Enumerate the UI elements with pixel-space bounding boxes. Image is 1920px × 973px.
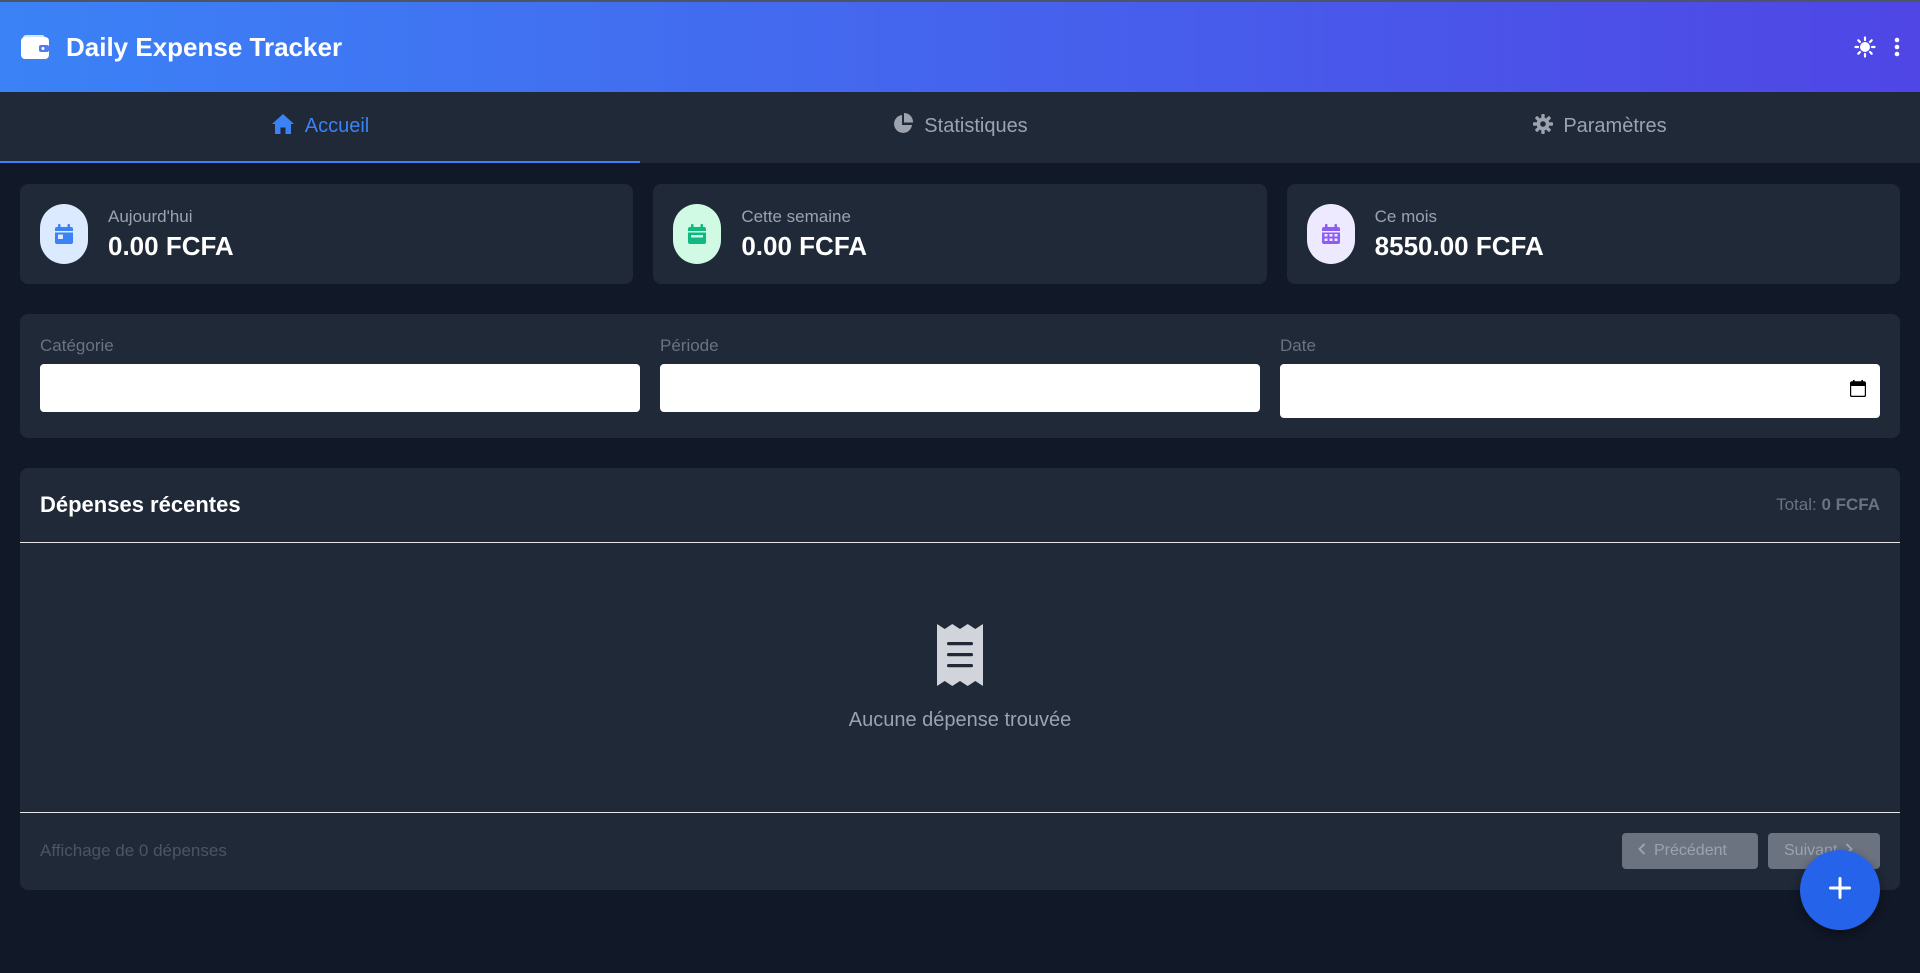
gear-icon [1533, 113, 1554, 140]
previous-button[interactable]: Précédent [1622, 833, 1758, 869]
tab-label: Paramètres [1563, 115, 1667, 137]
stat-card-month: Ce mois 8550.00 FCFA [1286, 184, 1900, 284]
tab-statistiques[interactable]: Statistiques [640, 92, 1280, 163]
tab-label: Statistiques [924, 115, 1028, 137]
wallet-icon [20, 31, 52, 63]
stats-row: Aujourd'hui 0.00 FCFA Cette semaine 0.00… [20, 184, 1900, 284]
app-header: Daily Expense Tracker [0, 0, 1920, 92]
more-vertical-icon[interactable] [1894, 37, 1900, 57]
empty-state: Aucune dépense trouvée [20, 543, 1900, 813]
filter-label: Date [1280, 336, 1316, 355]
stat-label: Cette semaine [741, 206, 851, 226]
stat-value: 0.00 FCFA [108, 230, 234, 261]
tab-accueil[interactable]: Accueil [0, 92, 640, 163]
stat-card-week: Cette semaine 0.00 FCFA [653, 184, 1267, 284]
chart-pie-icon [892, 112, 914, 141]
category-select[interactable] [40, 364, 640, 412]
calendar-day-icon [40, 204, 88, 264]
tab-label: Accueil [304, 115, 370, 137]
panel-title: Dépenses récentes [40, 492, 241, 517]
period-select[interactable] [660, 364, 1260, 412]
total-value: 0 FCFA [1821, 495, 1880, 514]
date-input[interactable] [1280, 364, 1880, 418]
stat-value: 0.00 FCFA [741, 230, 868, 261]
main-tabs: Accueil Statistiques Paramètres [0, 92, 1920, 164]
stat-card-today: Aujourd'hui 0.00 FCFA [20, 184, 634, 284]
filter-category: Catégorie [40, 336, 640, 438]
filter-date: Date [1280, 336, 1880, 438]
recent-expenses-panel: Dépenses récentes Total: 0 FCFA Aucune d… [20, 468, 1900, 890]
filter-label: Période [660, 336, 719, 355]
calendar-picker-icon[interactable] [1849, 380, 1867, 402]
pagination-info: Affichage de 0 dépenses [40, 841, 227, 860]
previous-label: Précédent [1654, 842, 1727, 859]
plus-icon [1828, 876, 1852, 905]
stat-label: Ce mois [1374, 206, 1438, 226]
filters-panel: Catégorie Période Date [20, 314, 1900, 438]
app-title: Daily Expense Tracker [66, 31, 343, 62]
filter-period: Période [660, 336, 1260, 438]
total-summary: Total: 0 FCFA [1776, 495, 1880, 515]
calendar-month-icon [1306, 204, 1355, 264]
chevron-left-icon [1638, 842, 1646, 860]
stat-label: Aujourd'hui [108, 206, 193, 226]
tab-parametres[interactable]: Paramètres [1280, 92, 1920, 163]
theme-toggle-sun-icon[interactable] [1854, 36, 1876, 58]
add-expense-button[interactable] [1800, 850, 1880, 930]
filter-label: Catégorie [40, 336, 114, 355]
receipt-icon [937, 623, 983, 691]
empty-message: Aucune dépense trouvée [848, 708, 1072, 731]
total-label: Total: [1776, 495, 1817, 514]
calendar-week-icon [673, 204, 722, 264]
stat-value: 8550.00 FCFA [1374, 230, 1544, 261]
home-icon [271, 113, 295, 141]
